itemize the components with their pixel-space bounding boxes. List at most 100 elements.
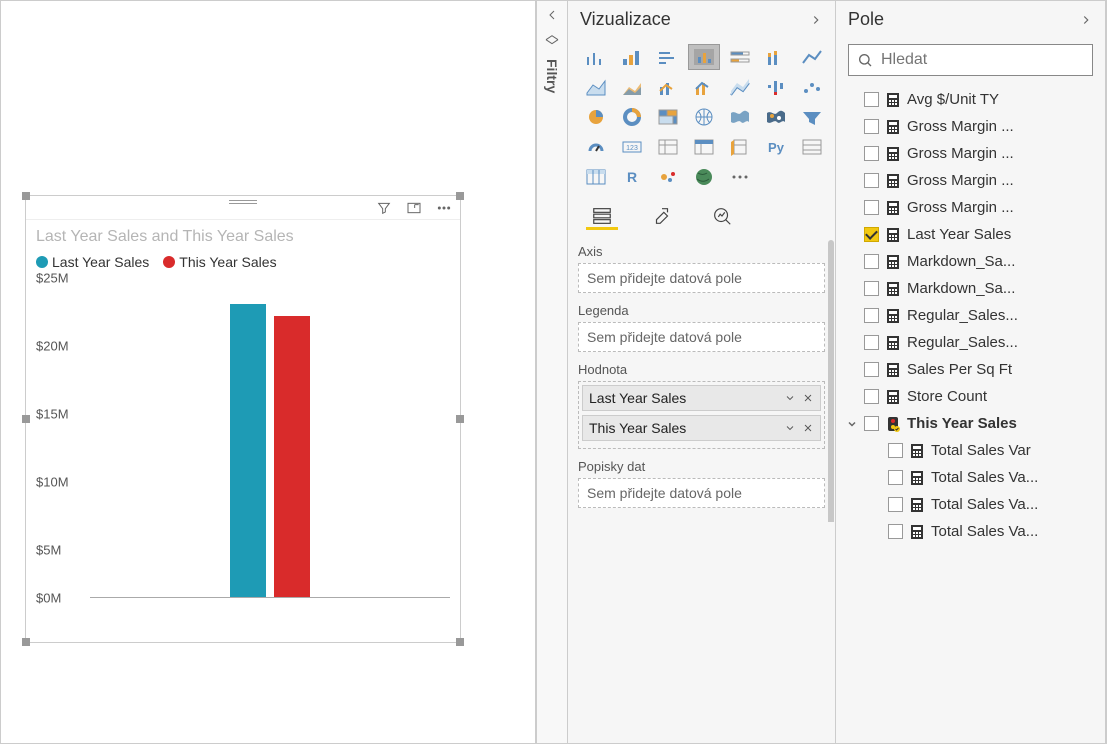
field-row[interactable]: Regular_Sales... bbox=[842, 329, 1099, 356]
chevron-left-icon[interactable] bbox=[544, 7, 560, 23]
bar-last-year[interactable] bbox=[230, 304, 266, 597]
viz-type-1[interactable] bbox=[616, 44, 648, 70]
viz-type-16[interactable] bbox=[652, 104, 684, 130]
close-icon[interactable] bbox=[802, 392, 814, 404]
viz-type-20[interactable] bbox=[796, 104, 828, 130]
viz-type-28[interactable] bbox=[580, 164, 612, 190]
report-canvas[interactable]: Last Year Sales and This Year Sales Last… bbox=[1, 1, 536, 743]
field-checkbox[interactable] bbox=[864, 389, 879, 404]
resize-handle[interactable] bbox=[22, 415, 30, 423]
field-checkbox[interactable] bbox=[864, 416, 879, 431]
field-row[interactable]: Markdown_Sa... bbox=[842, 248, 1099, 275]
viz-type-11[interactable] bbox=[724, 74, 756, 100]
legend-item[interactable]: Last Year Sales bbox=[36, 254, 149, 270]
field-row[interactable]: Total Sales Va... bbox=[842, 518, 1099, 545]
field-row[interactable]: Avg $/Unit TY bbox=[842, 86, 1099, 113]
field-checkbox[interactable] bbox=[864, 281, 879, 296]
viz-type-14[interactable] bbox=[580, 104, 612, 130]
field-checkbox[interactable] bbox=[864, 308, 879, 323]
focus-mode-icon[interactable] bbox=[406, 200, 422, 216]
search-input[interactable] bbox=[881, 51, 1084, 69]
chevron-down-icon[interactable] bbox=[846, 418, 858, 430]
field-row[interactable]: Total Sales Va... bbox=[842, 491, 1099, 518]
viz-type-23[interactable] bbox=[652, 134, 684, 160]
viz-type-4[interactable] bbox=[724, 44, 756, 70]
viz-type-15[interactable] bbox=[616, 104, 648, 130]
more-icon[interactable] bbox=[436, 200, 452, 216]
value-chip[interactable]: This Year Sales bbox=[582, 415, 821, 441]
scrollbar-thumb[interactable] bbox=[828, 240, 834, 522]
legend-well[interactable]: Sem přidejte datová pole bbox=[578, 322, 825, 352]
field-row[interactable]: Gross Margin ... bbox=[842, 113, 1099, 140]
viz-type-25[interactable] bbox=[724, 134, 756, 160]
fields-tab[interactable] bbox=[586, 204, 618, 230]
viz-type-32[interactable] bbox=[724, 164, 756, 190]
field-row[interactable]: Last Year Sales bbox=[842, 221, 1099, 248]
viz-type-5[interactable] bbox=[760, 44, 792, 70]
viz-type-24[interactable] bbox=[688, 134, 720, 160]
field-checkbox[interactable] bbox=[888, 497, 903, 512]
field-checkbox[interactable] bbox=[864, 254, 879, 269]
viz-type-13[interactable] bbox=[796, 74, 828, 100]
resize-handle[interactable] bbox=[456, 638, 464, 646]
analytics-tab[interactable] bbox=[706, 204, 738, 230]
field-row[interactable]: Gross Margin ... bbox=[842, 140, 1099, 167]
viz-type-10[interactable] bbox=[688, 74, 720, 100]
field-row[interactable]: This Year Sales bbox=[842, 410, 1099, 437]
field-checkbox[interactable] bbox=[864, 227, 879, 242]
viz-type-26[interactable]: Py bbox=[760, 134, 792, 160]
viz-type-8[interactable] bbox=[616, 74, 648, 100]
chevron-down-icon[interactable] bbox=[784, 392, 796, 404]
viz-type-31[interactable] bbox=[688, 164, 720, 190]
field-row[interactable]: Gross Margin ... bbox=[842, 167, 1099, 194]
field-row[interactable]: Gross Margin ... bbox=[842, 194, 1099, 221]
chevron-right-icon[interactable] bbox=[809, 13, 823, 27]
viz-type-17[interactable] bbox=[688, 104, 720, 130]
viz-type-21[interactable] bbox=[580, 134, 612, 160]
field-checkbox[interactable] bbox=[864, 146, 879, 161]
viz-type-29[interactable]: R bbox=[616, 164, 648, 190]
field-row[interactable]: Sales Per Sq Ft bbox=[842, 356, 1099, 383]
field-checkbox[interactable] bbox=[888, 443, 903, 458]
field-row[interactable]: Markdown_Sa... bbox=[842, 275, 1099, 302]
viz-type-27[interactable] bbox=[796, 134, 828, 160]
viz-type-7[interactable] bbox=[580, 74, 612, 100]
drag-handle-icon[interactable] bbox=[229, 200, 257, 206]
viz-type-19[interactable] bbox=[760, 104, 792, 130]
chevron-right-icon[interactable] bbox=[1079, 13, 1093, 27]
field-checkbox[interactable] bbox=[864, 200, 879, 215]
field-row[interactable]: Total Sales Va... bbox=[842, 464, 1099, 491]
tooltips-well[interactable]: Sem přidejte datová pole bbox=[578, 478, 825, 508]
field-checkbox[interactable] bbox=[864, 362, 879, 377]
viz-type-22[interactable]: 123 bbox=[616, 134, 648, 160]
viz-type-3[interactable] bbox=[688, 44, 720, 70]
chart-visual[interactable]: Last Year Sales and This Year Sales Last… bbox=[25, 195, 461, 643]
filters-icon[interactable] bbox=[544, 33, 560, 49]
resize-handle[interactable] bbox=[456, 415, 464, 423]
field-row[interactable]: Total Sales Var bbox=[842, 437, 1099, 464]
viz-type-30[interactable] bbox=[652, 164, 684, 190]
field-checkbox[interactable] bbox=[864, 92, 879, 107]
field-checkbox[interactable] bbox=[864, 119, 879, 134]
chevron-down-icon[interactable] bbox=[784, 422, 796, 434]
viz-type-12[interactable] bbox=[760, 74, 792, 100]
value-chip[interactable]: Last Year Sales bbox=[582, 385, 821, 411]
close-icon[interactable] bbox=[802, 422, 814, 434]
value-well[interactable]: Last Year Sales This Year Sales bbox=[578, 381, 825, 449]
field-row[interactable]: Regular_Sales... bbox=[842, 302, 1099, 329]
resize-handle[interactable] bbox=[456, 192, 464, 200]
viz-type-6[interactable] bbox=[796, 44, 828, 70]
field-checkbox[interactable] bbox=[888, 470, 903, 485]
field-checkbox[interactable] bbox=[864, 173, 879, 188]
field-checkbox[interactable] bbox=[888, 524, 903, 539]
legend-item[interactable]: This Year Sales bbox=[163, 254, 276, 270]
format-tab[interactable] bbox=[646, 204, 678, 230]
field-checkbox[interactable] bbox=[864, 335, 879, 350]
viz-type-18[interactable] bbox=[724, 104, 756, 130]
bar-this-year[interactable] bbox=[274, 316, 310, 597]
viz-type-9[interactable] bbox=[652, 74, 684, 100]
axis-well[interactable]: Sem přidejte datová pole bbox=[578, 263, 825, 293]
resize-handle[interactable] bbox=[22, 192, 30, 200]
fields-search[interactable] bbox=[848, 44, 1093, 76]
filters-pane-collapsed[interactable]: Filtry bbox=[536, 1, 568, 743]
